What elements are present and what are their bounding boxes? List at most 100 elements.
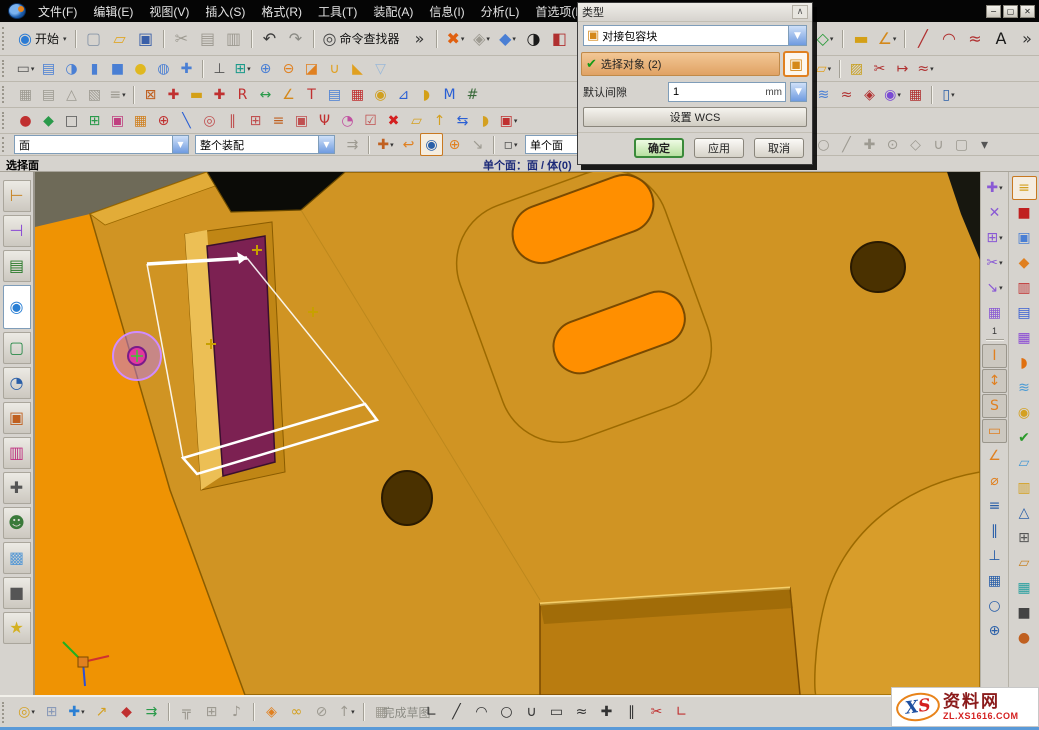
group-folder-button[interactable]: ▱ [405, 109, 428, 132]
sphere-button[interactable]: ● [129, 57, 152, 80]
cube-add-button[interactable]: ⊞ [83, 109, 106, 132]
fix-constraint-button[interactable]: ⊕ [982, 619, 1007, 643]
chevron-down-icon[interactable]: ▼ [172, 136, 188, 153]
snap-point-caret[interactable]: ▾ [390, 141, 394, 149]
find-component-button[interactable]: ◎▾ [14, 700, 39, 725]
frame-more-button[interactable]: ▣▾ [497, 109, 520, 132]
vertical-dimension-button[interactable]: ↕ [982, 369, 1007, 393]
nx-start-button[interactable]: ◉开始▾ [14, 26, 71, 52]
snap-more-button[interactable]: ▾ [973, 133, 996, 156]
bounding-body-button[interactable]: ▣ [783, 51, 809, 77]
nav-grayed-button[interactable]: ⇉ [341, 133, 364, 156]
shape-palette-button[interactable]: ■ [3, 577, 31, 609]
shape-analysis-caret[interactable]: ▾ [897, 91, 901, 99]
more-sheet-caret[interactable]: ▾ [828, 65, 832, 73]
design-trim-button[interactable]: ▥ [1012, 276, 1037, 300]
toolbar-overflow-1-button[interactable]: » [406, 26, 432, 52]
redo-button[interactable]: ↷ [283, 26, 309, 52]
apply-button[interactable]: 应用 [694, 138, 744, 158]
mold-drawing-button[interactable]: △ [1012, 501, 1037, 525]
type-filter-combo[interactable]: 面 ▼ [14, 135, 189, 154]
measure-distance-2-button[interactable]: ▬ [185, 83, 208, 106]
snap-arc-center-button[interactable]: ⊙ [881, 133, 904, 156]
reflect-analysis-button[interactable]: ≋ [812, 83, 835, 106]
assembly-navigator-button[interactable]: ⊢ [3, 180, 31, 212]
minimum-radius-button[interactable]: R [231, 83, 254, 106]
boolean-caret[interactable]: ▾ [247, 65, 251, 73]
type-combo[interactable]: ▣ 对接包容块 ▼ [583, 25, 807, 46]
tool-palettes-button[interactable]: ▣ [3, 402, 31, 434]
cut-face-caret[interactable]: ▾ [999, 259, 1003, 267]
quick-pick-button[interactable]: ◉ [420, 133, 443, 156]
swept-button[interactable]: ◍ [152, 57, 175, 80]
draft-analysis-button[interactable]: ⊿ [392, 83, 415, 106]
minimize-button[interactable]: − [986, 5, 1001, 18]
move-face-button[interactable]: ✚▾ [982, 176, 1007, 200]
split-solid-button[interactable]: ◆ [1012, 251, 1037, 275]
dark-cube-button[interactable]: ■ [1012, 601, 1037, 625]
revolve-button[interactable]: ◑ [60, 57, 83, 80]
exploded-view-caret[interactable]: ▾ [351, 708, 355, 716]
unit-dropdown-button[interactable]: ▼ [790, 82, 807, 102]
red-sphere-tool-button[interactable]: ● [14, 109, 37, 132]
make-corner-button[interactable]: ∟ [669, 700, 694, 725]
section-analysis-button[interactable]: ▤ [323, 83, 346, 106]
section-view-button[interactable]: ◧ [546, 26, 572, 52]
toolbar-grip[interactable] [2, 702, 7, 723]
menu-item[interactable]: 编辑(E) [85, 1, 141, 22]
exploded-views-button[interactable]: ▦ [14, 83, 37, 106]
shell-button[interactable]: ▽ [369, 57, 392, 80]
pattern-component-button[interactable]: ⇉ [139, 700, 164, 725]
assembly-more-caret[interactable]: ▾ [122, 91, 126, 99]
frame-more-caret[interactable]: ▾ [514, 117, 518, 125]
history-button[interactable]: ◔ [3, 367, 31, 399]
cavity-layout-button[interactable]: ▤ [1012, 301, 1037, 325]
face-color-analysis-button[interactable]: ◉ [369, 83, 392, 106]
select-arrow-button[interactable]: ↘ [466, 133, 489, 156]
snap-point-button[interactable]: ✚▾ [374, 133, 397, 156]
toolbar-grip[interactable] [2, 27, 7, 50]
nx-material-button[interactable]: M [438, 83, 461, 106]
tangent-constraint-button[interactable]: ○ [982, 594, 1007, 618]
menu-item[interactable]: 视图(V) [141, 1, 197, 22]
text-tool-button[interactable]: A [988, 26, 1014, 52]
crosshair-box-button[interactable]: ⊕ [152, 109, 175, 132]
selection-scope-combo[interactable]: 整个装配 ▼ [195, 135, 335, 154]
move-object-button[interactable]: ◈▾ [468, 26, 494, 52]
green-datum-button[interactable]: ◆ [37, 109, 60, 132]
path-dimension-button[interactable]: S [982, 394, 1007, 418]
hole-button[interactable]: ⊥ [208, 57, 231, 80]
documentation-button[interactable]: ▯▾ [937, 83, 960, 106]
toolbar-grip[interactable] [2, 137, 7, 152]
deviation-check-button[interactable]: ✚ [162, 83, 185, 106]
cyan-grid-button[interactable]: ▦ [1012, 576, 1037, 600]
chamfer-button[interactable]: ◣ [346, 57, 369, 80]
mirror-assembly-button[interactable]: ◆ [114, 700, 139, 725]
snap-center-button[interactable]: ⊕ [443, 133, 466, 156]
collapse-group-button[interactable]: ∧ [792, 5, 808, 19]
measure-angle-2-button[interactable]: ∠ [277, 83, 300, 106]
add-component-button[interactable]: ✚▾ [64, 700, 89, 725]
extend-curve-button[interactable]: ↦ [891, 57, 914, 80]
sketch-caret[interactable]: ▾ [31, 65, 35, 73]
toolbar-grip[interactable] [2, 86, 7, 104]
sketch-arc-button[interactable]: ◠ [469, 700, 494, 725]
pattern-face-button[interactable]: ▦ [982, 301, 1007, 325]
close-display-caret[interactable]: ▾ [461, 35, 465, 43]
chevron-down-icon[interactable]: ▼ [788, 26, 806, 45]
diagonal-line-tool-button[interactable]: ╲ [175, 109, 198, 132]
copy-body-button[interactable]: ◗ [474, 109, 497, 132]
templates-button[interactable]: ▢ [3, 332, 31, 364]
linear-dimension-button[interactable]: I [982, 344, 1007, 368]
menu-item[interactable]: 装配(A) [365, 1, 421, 22]
bridge-curve-button[interactable]: ≈▾ [914, 57, 937, 80]
snap-on-curve-button[interactable]: ∪ [927, 133, 950, 156]
web-browser-button[interactable]: ◉ [3, 285, 31, 329]
cylinder-button[interactable]: ▮ [83, 57, 106, 80]
marquee-select-button[interactable]: ▫▾ [499, 133, 522, 156]
cut-face-button[interactable]: ✂▾ [982, 251, 1007, 275]
new-file-button[interactable]: ▢ [81, 26, 107, 52]
blue-sheet-button[interactable]: ▱ [1012, 451, 1037, 475]
set-wcs-button[interactable]: 设置 WCS [583, 107, 807, 127]
assembly-more-button[interactable]: ≡▾ [106, 83, 129, 106]
